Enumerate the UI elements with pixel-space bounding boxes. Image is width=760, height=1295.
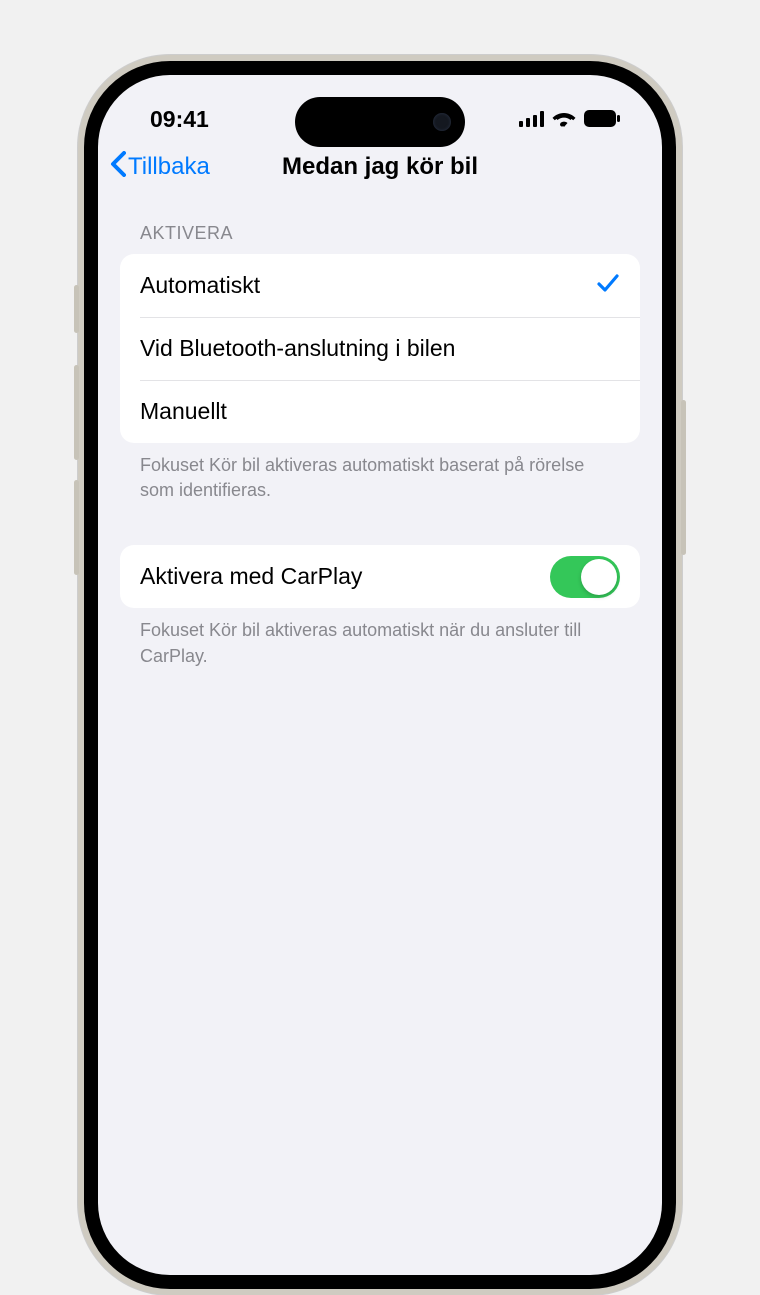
battery-icon xyxy=(584,106,620,133)
side-button xyxy=(74,285,79,333)
carplay-group: Aktivera med CarPlay xyxy=(120,545,640,608)
back-button[interactable]: Tillbaka xyxy=(110,151,210,184)
toggle-switch[interactable] xyxy=(550,556,620,598)
phone-device-frame: 09:41 xyxy=(78,55,682,1295)
option-label: Manuellt xyxy=(140,398,227,425)
option-label: Vid Bluetooth-anslutning i bilen xyxy=(140,335,455,362)
side-button xyxy=(74,480,79,575)
option-bluetooth[interactable]: Vid Bluetooth-anslutning i bilen xyxy=(120,317,640,380)
chevron-left-icon xyxy=(110,151,126,184)
status-time: 09:41 xyxy=(150,106,209,133)
section-footer-carplay: Fokuset Kör bil aktiveras automatiskt nä… xyxy=(120,608,640,668)
checkmark-icon xyxy=(596,271,620,301)
section-header-activate: AKTIVERA xyxy=(120,197,640,254)
camera-icon xyxy=(433,113,451,131)
carplay-label: Aktivera med CarPlay xyxy=(140,563,362,590)
toggle-knob xyxy=(581,559,617,595)
side-button xyxy=(681,400,686,555)
wifi-icon xyxy=(552,106,576,133)
screen: 09:41 xyxy=(98,75,662,1275)
option-manual[interactable]: Manuellt xyxy=(120,380,640,443)
section-footer-activate: Fokuset Kör bil aktiveras automatiskt ba… xyxy=(120,443,640,503)
nav-bar: Tillbaka Medan jag kör bil xyxy=(98,137,662,197)
back-label: Tillbaka xyxy=(128,153,210,181)
carplay-toggle-row[interactable]: Aktivera med CarPlay xyxy=(120,545,640,608)
side-button xyxy=(74,365,79,460)
activate-options-group: Automatiskt Vid Bluetooth-anslutning i b… xyxy=(120,254,640,443)
signal-icon xyxy=(519,106,544,133)
option-label: Automatiskt xyxy=(140,272,260,299)
option-automatic[interactable]: Automatiskt xyxy=(120,254,640,317)
page-title: Medan jag kör bil xyxy=(282,153,478,181)
